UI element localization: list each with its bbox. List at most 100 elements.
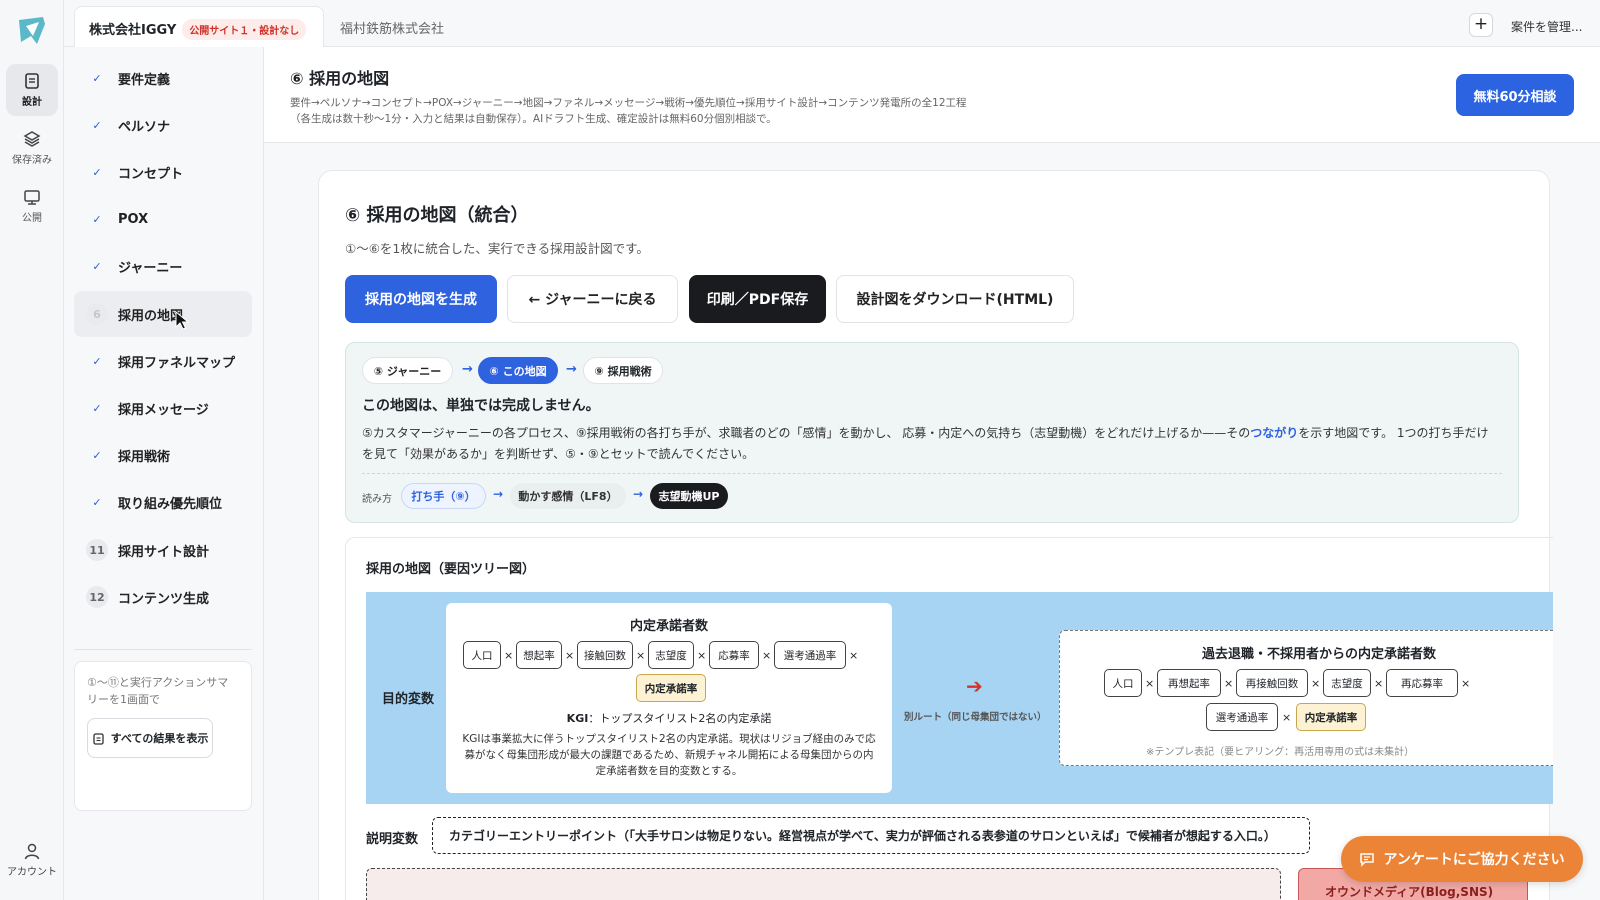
times-sign: ×: [1374, 677, 1384, 690]
sidebar-step[interactable]: ✓ コンセプト: [74, 149, 252, 195]
check-icon: ✓: [92, 165, 102, 179]
tab-active-project[interactable]: 株式会社IGGY 公開サイト１・設計なし: [74, 6, 324, 47]
status-badge: 公開サイト１・設計なし: [182, 19, 307, 40]
times-sign: ×: [697, 649, 707, 662]
free-consultation-button[interactable]: 無料60分相談: [1456, 74, 1574, 116]
rail-saved-button[interactable]: 保存済み: [6, 122, 58, 174]
flow-divider: [362, 473, 1502, 474]
tree-node-bottom-left: [366, 868, 1281, 900]
check-icon: ✓: [92, 449, 102, 463]
sidebar-step[interactable]: 6 採用の地図: [74, 291, 252, 337]
arrow-right-icon: ➔: [966, 674, 983, 698]
monitor-icon: [24, 190, 40, 205]
sidebar-step[interactable]: ✓ POX: [74, 197, 252, 243]
main-kpi-box: 内定承諾者数 人口 × 想起率 × 接触回数 × 志望度 × 応募率 × 選考通過率 × 内定承諾率 …: [446, 603, 892, 793]
sidebar-step[interactable]: 12 コンテンツ生成: [74, 574, 252, 620]
document-icon: [25, 73, 39, 89]
check-icon: ✓: [92, 401, 102, 415]
sidebar-step[interactable]: ✓ ペルソナ: [74, 102, 252, 148]
kgi-text: ：トップスタイリスト2名の内定承諾: [588, 712, 772, 725]
rail-saved-label: 保存済み: [12, 155, 52, 166]
rail-publish-button[interactable]: 公開: [6, 180, 58, 232]
print-pdf-button[interactable]: 印刷／PDF保存: [689, 275, 826, 323]
read-step-tactic: 打ち手（⑨）: [401, 483, 486, 509]
main-area: ⑥ 採用の地図 要件→ペルソナ→コンセプト→POX→ジャーニー→地図→ファネル→…: [264, 47, 1600, 900]
summary-panel: ①〜⑪と実行アクションサマリーを1画面で すべての結果を表示: [74, 661, 252, 811]
explanatory-label: 説明変数: [366, 832, 419, 847]
add-project-button[interactable]: +: [1469, 13, 1493, 37]
alt-formula-chip: 再想起率: [1157, 669, 1221, 697]
kgi-line: KGI：トップスタイリスト2名の内定承諾: [446, 710, 892, 726]
card-subtitle: ①〜⑥を1枚に統合した、実行できる採用設計図です。: [345, 241, 649, 256]
times-sign: ×: [762, 649, 772, 662]
objective-band: 目的変数 内定承諾者数 人口 × 想起率 × 接触回数 × 志望度 × 応募率 × 選考通過率 × 内…: [366, 592, 1553, 804]
manage-projects-link[interactable]: 案件を管理...: [1511, 18, 1582, 35]
objective-label: 目的変数: [382, 692, 435, 707]
alt-formula-chip: 人口: [1104, 669, 1142, 697]
sidebar-step[interactable]: ✓ 取り組み優先順位: [74, 480, 252, 526]
times-sign: ×: [565, 649, 575, 662]
check-icon: ✓: [92, 354, 102, 368]
main-kpi-title: 内定承諾者数: [629, 619, 708, 634]
user-icon: [24, 843, 40, 860]
explanatory-variable-box: カテゴリーエントリーポイント（「大手サロンは物足りない。経営視点が学べて、実力が…: [432, 817, 1310, 854]
sidebar-step[interactable]: ✓ ジャーニー: [74, 244, 252, 290]
read-step-emotion: 動かす感情（LF8）: [510, 483, 626, 509]
show-all-results-label: すべての結果を表示: [110, 732, 209, 745]
step-number: 11: [86, 539, 108, 561]
back-to-journey-button[interactable]: ← ジャーニーに戻る: [507, 275, 678, 323]
card-title: ⑥ 採用の地図（統合）: [345, 205, 529, 226]
times-sign: ×: [1282, 711, 1292, 724]
pill-this-map[interactable]: ⑥ この地図: [478, 357, 558, 384]
clipboard-icon: [92, 732, 104, 745]
kgi-description: KGIは事業拡大に伴うトップスタイリスト2名の内定承諾。現状はリジョブ経由のみで…: [462, 733, 876, 777]
sidebar-step[interactable]: ✓ 採用ファネルマップ: [74, 338, 252, 384]
check-icon: ✓: [92, 260, 102, 274]
generate-map-button[interactable]: 採用の地図を生成: [345, 275, 497, 323]
sidebar-step[interactable]: ✓ 採用戦術: [74, 433, 252, 479]
mouse-cursor-icon: [175, 311, 190, 330]
tab-active-name: 株式会社IGGY: [89, 23, 177, 38]
read-label: 読み方: [362, 494, 392, 505]
pill-tactics[interactable]: ⑨ 採用戦術: [583, 357, 663, 384]
app-logo-icon[interactable]: [15, 14, 49, 48]
step-label: 要件定義: [118, 72, 171, 88]
account-button[interactable]: アカウント: [0, 842, 64, 878]
formula-chip: 応募率: [709, 641, 759, 669]
times-sign: ×: [636, 649, 646, 662]
formula-chip: 志望度: [648, 641, 694, 669]
sidebar-step[interactable]: 11 採用サイト設計: [74, 527, 252, 573]
pill-journey[interactable]: ⑤ ジャーニー: [362, 357, 453, 384]
check-icon: ✓: [92, 496, 102, 510]
step-label: 採用ファネルマップ: [118, 355, 236, 371]
main-chip-acceptance-rate: 内定承諾率: [636, 674, 706, 702]
sidebar-step[interactable]: ✓ 要件定義: [74, 55, 252, 101]
step-number: 6: [86, 303, 108, 325]
times-sign: ×: [1311, 677, 1321, 690]
page-description-line1: 要件→ペルソナ→コンセプト→POX→ジャーニー→地図→ファネル→メッセージ→戦術…: [290, 97, 967, 109]
summary-text: ①〜⑪と実行アクションサマリーを1画面で: [87, 676, 229, 706]
rail-design-label: 設計: [22, 97, 42, 108]
flow-arrow-2: →: [566, 362, 577, 377]
formula-chip: 選考通過率: [774, 641, 846, 669]
times-sign: ×: [504, 649, 514, 662]
kgi-label: KGI: [566, 712, 589, 725]
read-arrow-1: →: [493, 487, 504, 501]
check-icon: ✓: [92, 71, 102, 85]
step-label: ジャーニー: [118, 261, 183, 277]
rail-publish-label: 公開: [22, 213, 42, 224]
download-html-button[interactable]: 設計図をダウンロード(HTML): [836, 275, 1074, 323]
sidebar-step[interactable]: ✓ 採用メッセージ: [74, 385, 252, 431]
show-all-results-button[interactable]: すべての結果を表示: [87, 718, 213, 758]
survey-button[interactable]: アンケートにご協力ください: [1341, 836, 1583, 882]
tab-second-project[interactable]: 福村鉄筋株式会社: [340, 18, 444, 37]
page-title: ⑥ 採用の地図: [290, 69, 390, 88]
alt-formula-chip: 選考通過率: [1206, 703, 1278, 731]
step-sidebar: ✓ 要件定義 ✓ ペルソナ ✓ コンセプト ✓ POX ✓ ジャーニー 6 採用の地図 ✓ 採用ファネルマ…: [64, 47, 264, 900]
rail-design-button[interactable]: 設計: [6, 64, 58, 116]
page-description-line2: （各生成は数十秒〜1分・入力と結果は自動保存）。AIドラフト生成、確定設計は無料…: [290, 113, 777, 125]
page-description: 要件→ペルソナ→コンセプト→POX→ジャーニー→地図→ファネル→メッセージ→戦術…: [290, 95, 1070, 127]
check-icon: ✓: [92, 213, 102, 227]
times-sign: ×: [1145, 677, 1155, 690]
tree-title: 採用の地図（要因ツリー図）: [366, 562, 536, 577]
